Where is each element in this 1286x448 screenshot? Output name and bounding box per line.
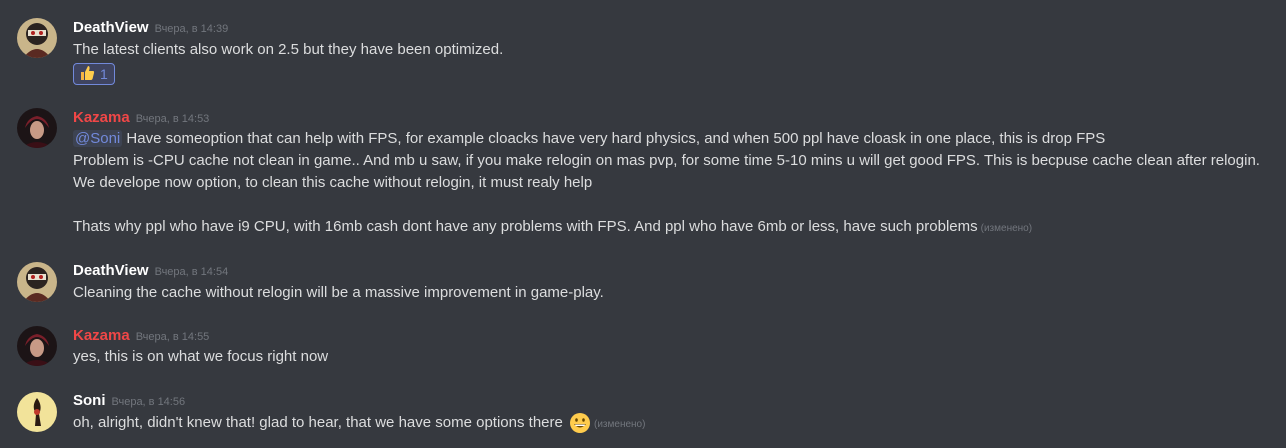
- message-text: yes, this is on what we focus right now: [73, 348, 329, 365]
- message-text-segment: Have someoption that can help with FPS, …: [126, 130, 1106, 147]
- message-text: We develope now option, to clean this ca…: [73, 174, 593, 191]
- reaction-button[interactable]: 1: [73, 63, 115, 85]
- author-name[interactable]: Kazama: [73, 109, 130, 126]
- grinning-face-icon: [569, 412, 591, 434]
- author-name[interactable]: DeathView: [73, 262, 149, 279]
- message-text: oh, alright, didn't knew that! glad to h…: [73, 412, 645, 436]
- message-text: Problem is -CPU cache not clean in game.…: [73, 152, 1260, 169]
- timestamp: Вчера, в 14:54: [154, 266, 229, 278]
- user-mention[interactable]: @Soni: [73, 130, 123, 147]
- edited-label: (изменено): [980, 223, 1033, 234]
- author-name[interactable]: DeathView: [73, 19, 149, 36]
- chat-message-list: DeathView Вчера, в 14:39 The latest clien…: [0, 0, 1286, 448]
- message-text-segment: Thats why ppl who have i9 CPU, with 16mb…: [73, 218, 978, 235]
- message-text: @Soni Have someoption that can help with…: [73, 128, 1105, 150]
- author-name[interactable]: Soni: [73, 392, 106, 409]
- timestamp: Вчера, в 14:56: [111, 396, 186, 408]
- timestamp: Вчера, в 14:53: [135, 113, 210, 125]
- avatar[interactable]: [17, 392, 57, 432]
- reaction-count: 1: [100, 66, 108, 82]
- message-text: Thats why ppl who have i9 CPU, with 16mb…: [73, 216, 1032, 240]
- author-name[interactable]: Kazama: [73, 327, 130, 344]
- avatar[interactable]: [17, 108, 57, 148]
- message-text: Cleaning the cache without relogin will …: [73, 284, 604, 301]
- avatar[interactable]: [17, 326, 57, 366]
- avatar[interactable]: [17, 262, 57, 302]
- avatar[interactable]: [17, 18, 57, 58]
- edited-label: (изменено): [594, 419, 646, 430]
- thumbs-up-icon: [79, 65, 95, 84]
- timestamp: Вчера, в 14:39: [154, 23, 229, 35]
- message-text: The latest clients also work on 2.5 but …: [73, 41, 504, 58]
- timestamp: Вчера, в 14:55: [135, 331, 210, 343]
- message-text-segment: oh, alright, didn't knew that! glad to h…: [73, 414, 563, 431]
